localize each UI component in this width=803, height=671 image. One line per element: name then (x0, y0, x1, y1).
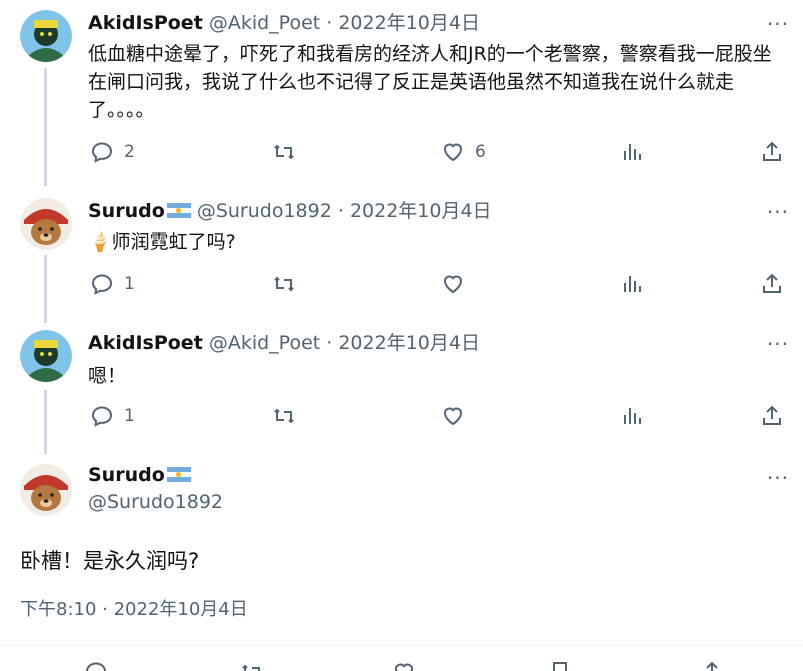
author-handle[interactable]: @Akid_Poet (209, 332, 320, 354)
share-icon[interactable] (700, 660, 724, 671)
poet-avatar-icon (20, 330, 72, 382)
reply-icon (91, 142, 113, 163)
tweet-header: Surudo @Surudo1892 · 2022年10月4日 (88, 199, 492, 223)
retweet-button[interactable] (272, 404, 306, 428)
share-icon (763, 273, 781, 293)
views-button[interactable] (620, 140, 644, 164)
retweet-button[interactable] (272, 140, 306, 164)
bear-avatar-icon (20, 464, 72, 516)
retweet-icon (274, 144, 294, 160)
tweet-header: AkidIsPoet @Akid_Poet · 2022年10月4日 (88, 11, 480, 35)
share-button[interactable] (760, 404, 784, 428)
analytics-icon (624, 276, 641, 292)
avatar[interactable] (20, 198, 72, 250)
author-name[interactable]: AkidIsPoet (88, 12, 203, 34)
reply-button[interactable]: 2 (90, 140, 135, 164)
thread-line (44, 68, 47, 186)
reply-icon[interactable] (84, 660, 108, 671)
divider (0, 645, 803, 646)
author-name[interactable]: AkidIsPoet (88, 332, 203, 354)
author-name[interactable]: Surudo (88, 463, 191, 487)
views-button[interactable] (620, 404, 644, 428)
tweet-header: AkidIsPoet @Akid_Poet · 2022年10月4日 (88, 331, 480, 355)
heart-icon[interactable] (392, 660, 416, 671)
retweet-icon[interactable] (240, 660, 264, 671)
avatar[interactable] (20, 330, 72, 382)
retweet-button[interactable] (272, 272, 306, 296)
share-button[interactable] (760, 272, 784, 296)
like-button[interactable]: 6 (441, 140, 486, 164)
like-count: 6 (475, 142, 486, 162)
author-handle[interactable]: @Akid_Poet (209, 12, 320, 34)
tweet-timestamp[interactable]: 下午8:10 · 2022年10月4日 (20, 598, 248, 622)
argentina-flag-icon (166, 467, 191, 482)
author-name-text: Surudo (88, 464, 165, 486)
share-icon (763, 405, 781, 425)
poet-avatar-icon (20, 10, 72, 62)
heart-icon (443, 143, 463, 162)
author-handle[interactable]: @Surudo1892 (197, 200, 332, 222)
action-bar: 1 (0, 404, 803, 432)
tweet-date[interactable]: · 2022年10月4日 (326, 332, 480, 354)
author-name[interactable]: Surudo (88, 200, 165, 222)
reply-button[interactable]: 1 (90, 404, 135, 428)
analytics-icon (624, 144, 641, 160)
more-options-button[interactable]: ··· (767, 14, 789, 34)
retweet-icon (274, 408, 294, 424)
author-handle[interactable]: @Surudo1892 (88, 490, 223, 514)
bear-avatar-icon (20, 198, 72, 250)
like-button[interactable] (441, 404, 475, 428)
tweet-text: 低血糖中途晕了，吓死了和我看房的经济人和JR的一个老警察，警察看我一屁股坐在闸口… (88, 43, 772, 121)
tweet-date[interactable]: · 2022年10月4日 (326, 12, 480, 34)
tweet-text: 卧槽！是永久润吗? (20, 549, 200, 573)
tweet-date[interactable]: · 2022年10月4日 (338, 200, 492, 222)
reply-icon (91, 406, 113, 427)
share-icon (763, 141, 781, 161)
bottom-action-bar (0, 660, 803, 671)
reply-count: 1 (124, 274, 135, 294)
bookmark-icon[interactable] (548, 660, 572, 671)
like-button[interactable] (441, 272, 475, 296)
action-bar: 1 (0, 272, 803, 300)
more-options-button[interactable]: ··· (767, 334, 789, 354)
tweet-text: 嗯！ (88, 365, 127, 387)
reply-count: 2 (124, 142, 135, 162)
reply-icon (91, 274, 113, 295)
avatar[interactable] (20, 10, 72, 62)
more-options-button[interactable]: ··· (767, 202, 789, 222)
argentina-flag-icon (166, 203, 191, 218)
avatar[interactable] (20, 464, 72, 516)
more-options-button[interactable]: ··· (767, 468, 789, 488)
heart-icon (443, 407, 463, 426)
retweet-icon (274, 276, 294, 292)
action-bar: 2 6 (0, 140, 803, 168)
share-button[interactable] (760, 140, 784, 164)
tweet-text: 🍦师润霓虹了吗? (88, 231, 236, 253)
heart-icon (443, 275, 463, 294)
reply-button[interactable]: 1 (90, 272, 135, 296)
reply-count: 1 (124, 406, 135, 426)
views-button[interactable] (620, 272, 644, 296)
analytics-icon (624, 408, 641, 424)
